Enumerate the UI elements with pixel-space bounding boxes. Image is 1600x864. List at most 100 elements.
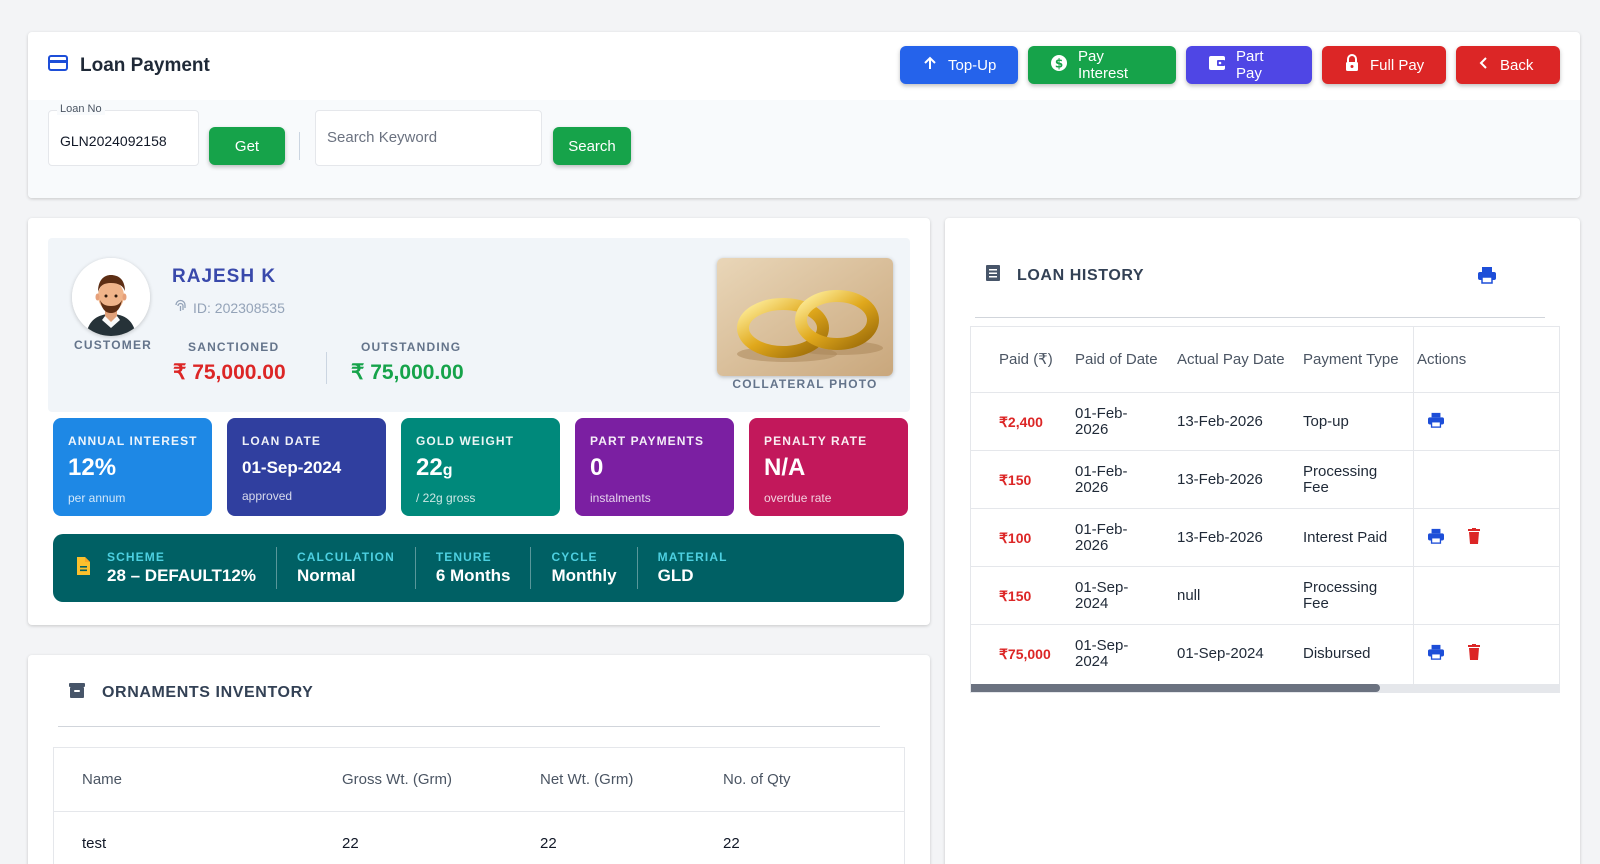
stat-value: 01-Sep-2024 bbox=[242, 458, 342, 477]
cell-paid-date: 01-Sep- 2024 bbox=[1075, 578, 1129, 612]
cell-paid: ₹2,400 bbox=[999, 413, 1043, 430]
stat-value: 0 bbox=[590, 454, 604, 481]
collateral-photo[interactable] bbox=[717, 258, 893, 376]
full-pay-label: Full Pay bbox=[1370, 56, 1425, 74]
cell-actual-date: null bbox=[1177, 586, 1201, 604]
stat-annual-interest: ANNUAL INTEREST 12% per annum bbox=[53, 418, 212, 516]
print-icon[interactable] bbox=[1427, 528, 1445, 548]
customer-summary-card: CUSTOMER RAJESH K ID: 202308535 SANCTION… bbox=[28, 218, 930, 625]
cell-payment-type: Interest Paid bbox=[1303, 528, 1388, 546]
loan-no-field[interactable]: Loan No GLN2024092158 bbox=[48, 103, 199, 166]
cell-paid-date: 01-Feb- 2026 bbox=[1075, 520, 1128, 554]
full-pay-button[interactable]: Full Pay bbox=[1322, 46, 1446, 84]
customer-id: ID: 202308535 bbox=[174, 299, 285, 316]
col-qty: No. of Qty bbox=[723, 771, 791, 788]
top-up-label: Top-Up bbox=[948, 56, 997, 74]
loan-no-label: Loan No bbox=[57, 103, 105, 115]
table-row: ₹150 01-Sep- 2024 null Processing Fee bbox=[971, 567, 1559, 625]
top-up-button[interactable]: Top-Up bbox=[900, 46, 1018, 84]
stat-gold-weight: GOLD WEIGHT 22g / 22g gross bbox=[401, 418, 560, 516]
part-pay-label: Part Pay bbox=[1236, 48, 1264, 82]
wallet-icon bbox=[1208, 55, 1226, 75]
horizontal-scrollbar[interactable] bbox=[971, 684, 1559, 692]
stat-value: 12% bbox=[68, 454, 117, 481]
col-net-wt: Net Wt. (Grm) bbox=[540, 771, 634, 788]
cell-payment-type: Top-up bbox=[1303, 412, 1349, 430]
stat-label: PART PAYMENTS bbox=[590, 434, 705, 448]
scheme-divider bbox=[636, 547, 638, 589]
outstanding-amount: ₹ 75,000.00 bbox=[351, 361, 464, 384]
lock-icon bbox=[1344, 54, 1360, 76]
back-button[interactable]: Back bbox=[1456, 46, 1560, 84]
outstanding-label: OUTSTANDING bbox=[361, 340, 462, 354]
list-icon bbox=[985, 264, 1001, 287]
table-header: Name Gross Wt. (Grm) Net Wt. (Grm) No. o… bbox=[54, 748, 904, 812]
stat-label: PENALTY RATE bbox=[764, 434, 868, 448]
sanctioned-label: SANCTIONED bbox=[188, 340, 280, 354]
stat-sub: overdue rate bbox=[764, 491, 832, 505]
pay-interest-label: Pay Interest bbox=[1078, 48, 1129, 82]
cell-actual-date: 01-Sep-2024 bbox=[1177, 645, 1264, 662]
cell-paid: ₹150 bbox=[999, 587, 1032, 604]
table-header: Paid (₹) Paid of Date Actual Pay Date Pa… bbox=[971, 327, 1559, 393]
cell-net-wt: 22 bbox=[540, 834, 557, 852]
ornaments-table: Name Gross Wt. (Grm) Net Wt. (Grm) No. o… bbox=[53, 747, 905, 864]
cell-actual-date: 13-Feb-2026 bbox=[1177, 412, 1263, 430]
stat-loan-date: LOAN DATE 01-Sep-2024 approved bbox=[227, 418, 386, 516]
loan-history-title: LOAN HISTORY bbox=[1017, 266, 1145, 284]
cell-gross-wt: 22 bbox=[342, 834, 359, 852]
page-title: Loan Payment bbox=[80, 54, 210, 76]
cell-paid: ₹150 bbox=[999, 471, 1032, 488]
amount-divider bbox=[326, 352, 327, 384]
cell-paid: ₹75,000 bbox=[999, 646, 1051, 662]
loan-history-card: LOAN HISTORY Paid (₹) Paid of Date Actua… bbox=[945, 218, 1580, 864]
ornaments-title: ORNAMENTS INVENTORY bbox=[102, 683, 314, 701]
search-placeholder: Search Keyword bbox=[327, 129, 438, 146]
delete-icon[interactable] bbox=[1468, 527, 1480, 548]
scheme-item: SCHEME 28 – DEFAULT12% bbox=[107, 550, 256, 585]
svg-text:$: $ bbox=[1055, 57, 1063, 71]
cell-paid-date: 01-Feb- 2026 bbox=[1075, 404, 1128, 438]
arrow-up-icon bbox=[922, 55, 938, 75]
get-button[interactable]: Get bbox=[209, 127, 285, 165]
customer-name: RAJESH K bbox=[172, 266, 277, 287]
pay-interest-button[interactable]: $ Pay Interest bbox=[1028, 46, 1176, 84]
stat-sub: per annum bbox=[68, 491, 126, 505]
loan-payment-header-card: Loan Payment Top-Up $ Pay Interest Part … bbox=[28, 32, 1580, 198]
part-pay-button[interactable]: Part Pay bbox=[1186, 46, 1312, 84]
customer-profile-panel: CUSTOMER RAJESH K ID: 202308535 SANCTION… bbox=[48, 238, 910, 412]
stat-label: ANNUAL INTEREST bbox=[68, 434, 198, 448]
cell-qty: 22 bbox=[723, 834, 740, 852]
credit-card-icon bbox=[48, 54, 68, 77]
ornaments-inventory-card: ORNAMENTS INVENTORY Name Gross Wt. (Grm)… bbox=[28, 655, 930, 864]
stat-value: 22g bbox=[416, 454, 453, 481]
col-payment-type: Payment Type bbox=[1303, 350, 1399, 368]
stat-sub: / 22g gross bbox=[416, 491, 476, 505]
search-keyword-field[interactable]: Search Keyword bbox=[315, 110, 542, 166]
delete-icon[interactable] bbox=[1468, 644, 1480, 664]
avatar bbox=[72, 258, 150, 336]
cell-payment-type: Processing Fee bbox=[1303, 578, 1378, 612]
cell-paid-date: 01-Feb- 2026 bbox=[1075, 462, 1128, 496]
search-button[interactable]: Search bbox=[553, 127, 631, 165]
calculation-item: CALCULATION Normal bbox=[296, 550, 395, 585]
stat-sub: approved bbox=[242, 489, 293, 503]
stat-value: N/A bbox=[764, 454, 806, 481]
table-row: ₹75,000 01-Sep- 2024 01-Sep-2024 Disburse… bbox=[971, 625, 1559, 683]
cell-actual-date: 13-Feb-2026 bbox=[1177, 470, 1263, 488]
action-buttons: Top-Up $ Pay Interest Part Pay Full Pay … bbox=[900, 46, 1560, 84]
print-icon[interactable] bbox=[1427, 644, 1445, 664]
tenure-item: TENURE 6 Months bbox=[435, 550, 511, 585]
print-icon[interactable] bbox=[1427, 412, 1445, 432]
col-paid-date: Paid of Date bbox=[1075, 350, 1158, 368]
table-row: ₹150 01-Feb- 2026 13-Feb-2026 Processing F… bbox=[971, 451, 1559, 509]
print-history-icon[interactable] bbox=[1477, 266, 1497, 289]
scheme-divider bbox=[414, 547, 416, 589]
material-item: MATERIAL GLD bbox=[657, 550, 728, 585]
sanctioned-amount: ₹ 75,000.00 bbox=[173, 361, 286, 384]
scheme-divider bbox=[275, 547, 277, 589]
scheme-info-bar: SCHEME 28 – DEFAULT12% CALCULATION Normal … bbox=[53, 534, 904, 602]
scrollbar-thumb[interactable] bbox=[971, 684, 1380, 692]
filter-divider bbox=[299, 132, 300, 160]
section-divider bbox=[58, 726, 880, 727]
